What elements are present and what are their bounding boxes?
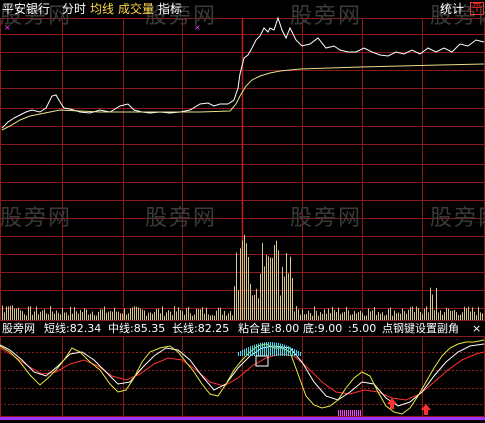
corner-badge[interactable]: 平: [470, 2, 484, 15]
extra-value: :5.00: [348, 322, 377, 335]
top-toolbar: 平安银行 分时 均线 成交量 指标 统计 平: [0, 0, 485, 18]
mid-marker-icon: ×: [194, 23, 201, 32]
indicator-close-icon[interactable]: ×: [472, 322, 481, 335]
tab-avg-line[interactable]: 均线: [90, 2, 114, 16]
bottom-value: 底:9.00: [303, 322, 343, 335]
signal-label: 点钢键设置副角: [382, 322, 459, 335]
stats-button[interactable]: 统计: [440, 2, 464, 16]
tab-timeshare[interactable]: 分时: [62, 2, 86, 16]
tab-volume[interactable]: 成交量: [118, 2, 154, 16]
watermark: 股旁网: [430, 206, 485, 231]
stock-chart-window: 股旁网 股旁网 股旁网 股旁网 股旁网 股旁网 股旁网 股旁网 平安银行 分时 …: [0, 0, 485, 423]
indicator-source: 股旁网: [2, 322, 35, 335]
watermark: 股旁网: [145, 206, 218, 231]
stick-star-value: 粘合星:8.00: [238, 322, 300, 335]
tab-indicator[interactable]: 指标: [158, 2, 182, 16]
stock-name[interactable]: 平安银行: [2, 2, 50, 16]
mid-line-value: 中线:85.35: [108, 322, 166, 335]
left-marker-icon: ×: [4, 23, 11, 32]
short-line-value: 短线:82.34: [44, 322, 102, 335]
chart-canvas[interactable]: [0, 0, 485, 423]
watermark: 股旁网: [290, 206, 363, 231]
watermark: 股旁网: [0, 206, 73, 231]
long-line-value: 长线:82.25: [172, 322, 230, 335]
indicator-legend: 股旁网 短线:82.34 中线:85.35 长线:82.25 粘合星:8.00 …: [0, 322, 485, 336]
